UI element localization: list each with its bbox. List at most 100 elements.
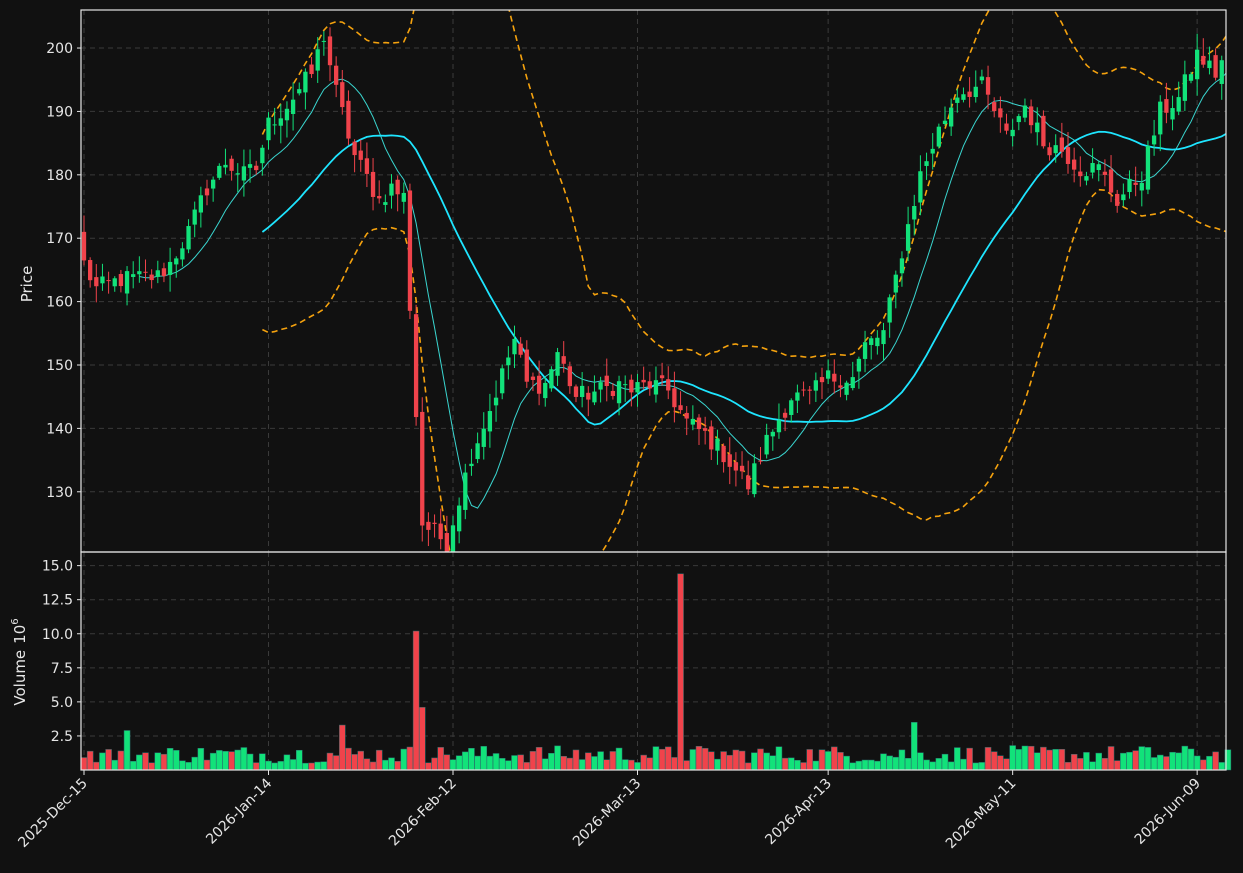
volume-tick-label: 15.0 [42,559,73,575]
volume-bar [984,747,992,771]
volume-bar [1089,761,1096,771]
volume-bar [111,759,118,771]
candle-body [758,460,763,462]
volume-bar [1169,751,1176,771]
volume-bar [997,755,1004,771]
candle-body [1195,49,1200,80]
volume-bar [880,753,887,771]
volume-bar [505,760,512,771]
candle-body [420,411,425,526]
candle-body [641,379,646,383]
volume-bar [332,755,340,771]
candle-body [684,412,689,419]
volume-bar [394,760,401,771]
candle-body [813,380,818,391]
volume-bar [923,759,930,771]
volume-bar [677,573,684,771]
candle-body [518,343,523,355]
volume-bar [941,753,949,771]
volume-bar [695,745,703,771]
candle-body [1158,101,1163,135]
volume-bar [1015,749,1023,771]
volume-bar [339,724,346,771]
candle-body [223,164,228,168]
volume-bar [382,759,389,771]
candle-body [942,120,948,125]
candle-body [967,91,972,97]
volume-bar [265,760,272,771]
candle-body [1127,178,1132,193]
candle-body [143,271,148,273]
volume-bar [455,755,463,771]
volume-bar [628,759,635,771]
volume-bar [240,747,248,771]
volume-bar [498,758,506,771]
candle-body [881,330,886,345]
volume-bar [615,747,623,771]
candle-body [487,411,493,432]
candle-body [1028,106,1034,126]
candle-body [715,438,720,451]
candle-body [444,533,449,552]
candle-body [949,107,954,127]
volume-bar [222,751,229,771]
candle-body [247,164,253,168]
candle-body [733,462,739,471]
volume-bar [732,749,740,771]
volume-bar [271,762,278,771]
candle-body [1151,135,1157,145]
candle-body [290,99,296,114]
volume-bar [431,757,438,771]
candle-body [635,382,640,393]
candle-body [1121,194,1126,201]
candle-body [850,377,855,389]
candle-body [1047,147,1052,156]
volume-bar [714,758,721,771]
candle-body [112,278,117,287]
volume-bar [1052,749,1059,771]
candle-body [512,338,517,355]
volume-bar [898,749,906,771]
volume-bar [769,755,777,771]
volume-bar [1113,760,1121,771]
candle-body [1084,176,1089,181]
candle-body [1041,115,1046,147]
candle-body [604,375,609,387]
volume-bar [511,755,518,771]
price-tick-label: 130 [46,485,73,501]
volume-bar [1058,749,1066,771]
candle-body [475,443,480,460]
candle-body [912,205,917,220]
volume-bar [683,760,690,771]
volume-bar [1181,745,1189,771]
volume-bar [603,759,610,771]
candle-body [186,226,191,250]
volume-bar [99,752,106,771]
volume-axis-label-exponent: 6 [10,618,21,624]
volume-bar [720,751,727,771]
volume-bar [867,759,875,771]
candle [1145,140,1151,195]
volume-bar [375,749,383,771]
volume-bar [701,748,709,771]
candle-body [1102,171,1108,175]
candle-body [1004,123,1009,131]
candle-body [266,117,271,141]
volume-bar [726,754,733,771]
volume-bar [634,762,641,771]
candle-body [241,166,247,181]
candle-body [549,369,554,389]
candle-body [340,82,345,108]
volume-bar [751,752,758,771]
volume-bar [911,722,918,771]
candle-body [801,389,806,391]
volume-bar [308,762,315,771]
volume-bar [277,761,285,771]
volume-bar [166,748,174,771]
candle-body [887,297,892,323]
volume-bar [1064,761,1072,771]
volume-bar [831,746,838,771]
candle-body [1035,122,1040,133]
candle-body [752,463,757,495]
candle-body [1090,163,1095,173]
